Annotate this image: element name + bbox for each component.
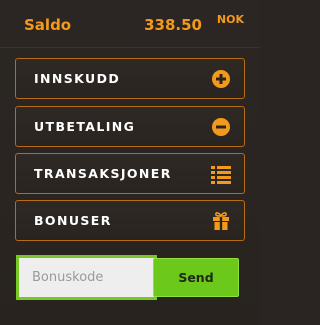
balance-amount: 338.50 (144, 16, 202, 34)
deposit-button[interactable]: INNSKUDD (15, 58, 245, 99)
deposit-label: INNSKUDD (34, 71, 121, 86)
list-icon (211, 166, 231, 184)
withdraw-label: UTBETALING (34, 119, 136, 134)
balance-label: Saldo (24, 16, 72, 34)
send-button[interactable]: Send (153, 258, 239, 297)
withdraw-button[interactable]: UTBETALING (15, 106, 245, 147)
wallet-panel: Saldo 338.50 NOK INNSKUDD UTBETALING TRA… (0, 0, 260, 325)
bonuses-label: BONUSER (34, 213, 112, 228)
transactions-label: TRANSAKSJONER (34, 166, 172, 181)
gift-icon (213, 212, 229, 230)
transactions-button[interactable]: TRANSAKSJONER (15, 153, 245, 194)
bonuses-button[interactable]: BONUSER (15, 200, 245, 241)
bonus-code-input[interactable] (16, 255, 157, 300)
balance-currency: NOK (216, 13, 244, 26)
plus-circle-icon (212, 70, 230, 88)
balance-header: Saldo 338.50 NOK (0, 0, 260, 48)
bonus-code-form: Send (16, 255, 245, 300)
minus-circle-icon (212, 118, 230, 136)
